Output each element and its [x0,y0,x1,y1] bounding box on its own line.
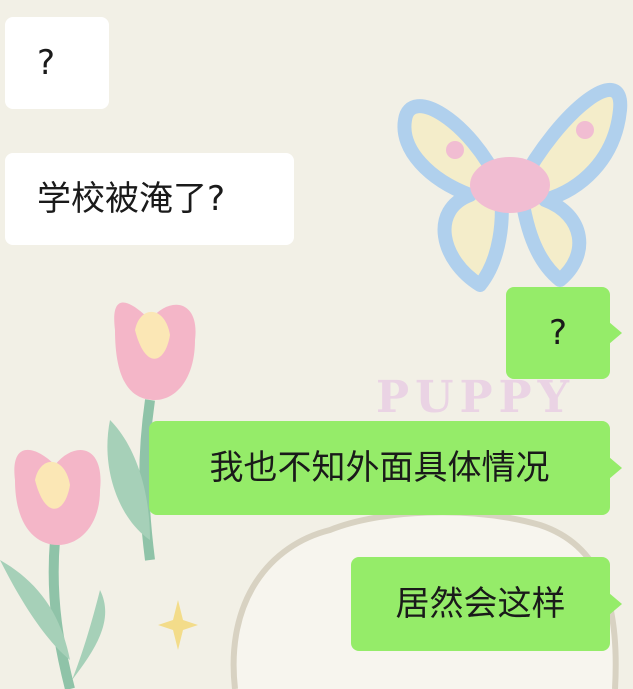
message-text: ? [37,43,56,83]
message-text: 我也不知外面具体情况 [209,448,550,488]
outgoing-message-bubble[interactable]: 居然会这样 [351,557,622,651]
incoming-message-bubble[interactable]: ? [5,17,109,109]
outgoing-message-bubble[interactable]: ? [506,287,622,379]
message-text: 居然会这样 [395,584,566,624]
wallpaper-watermark: PUPPY [376,372,576,423]
message-text: ? [548,313,568,353]
message-text: 学校被淹了? [37,179,226,219]
sparkle-decoration [158,600,198,650]
incoming-message-bubble[interactable]: 学校被淹了? [5,153,294,245]
butterfly-decoration [397,82,628,292]
outgoing-message-bubble[interactable]: 我也不知外面具体情况 [149,421,622,515]
